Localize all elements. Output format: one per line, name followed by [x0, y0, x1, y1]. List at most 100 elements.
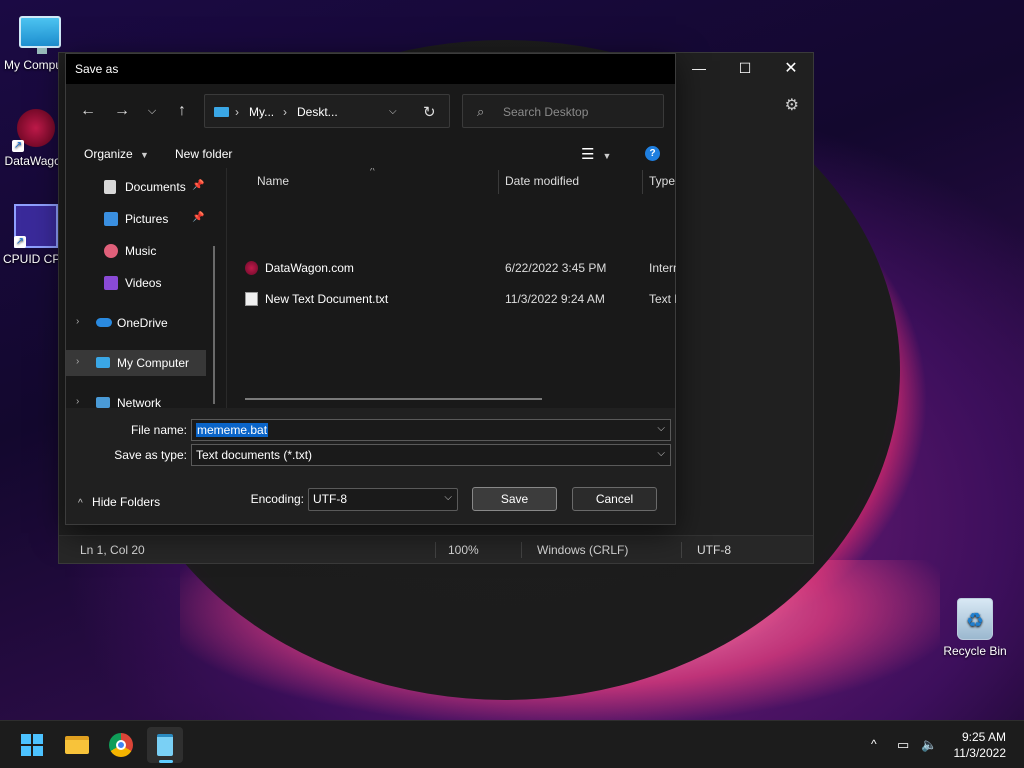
notepad-status-bar: Ln 1, Col 20 100% Windows (CRLF) UTF-8	[59, 535, 813, 563]
text-file-icon	[245, 292, 258, 306]
organize-button[interactable]: Organize ▼	[84, 147, 149, 161]
encoding-status: UTF-8	[697, 543, 731, 557]
file-row[interactable]: DataWagon.com 6/22/2022 3:45 PM Intern	[227, 256, 676, 280]
videos-icon	[104, 276, 118, 290]
save-as-type-select[interactable]: Text documents (*.txt) ⌵	[191, 444, 671, 466]
nav-item-pictures[interactable]: Pictures 📌	[66, 206, 206, 232]
sort-up-arrow-icon: ^	[370, 168, 375, 177]
dialog-title: Save as	[75, 62, 119, 76]
minimize-button[interactable]: —	[676, 53, 722, 83]
document-icon	[104, 180, 116, 194]
notepad-taskbar-button[interactable]	[147, 727, 183, 763]
help-icon[interactable]: ?	[645, 146, 660, 161]
notepad-icon	[157, 734, 173, 756]
chevron-down-icon[interactable]: ⌵	[657, 423, 665, 434]
system-clock[interactable]: 9:25 AM 11/3/2022	[954, 729, 1007, 761]
nav-item-label: Videos	[125, 276, 162, 290]
settings-gear-icon[interactable]: ⚙	[785, 95, 799, 115]
nav-item-onedrive[interactable]: › OneDrive	[66, 310, 206, 336]
encoding-select[interactable]: UTF-8 ⌵	[308, 488, 458, 511]
search-box[interactable]: ⌕ Search Desktop	[462, 94, 664, 128]
windows-logo-icon	[21, 734, 43, 756]
organize-label: Organize	[84, 147, 133, 161]
chevron-down-icon[interactable]: ⌵	[444, 492, 452, 503]
zoom-level: 100%	[448, 543, 479, 557]
desktop-icon-recycle-bin[interactable]: Recycle Bin	[935, 598, 1015, 658]
file-name: DataWagon.com	[265, 261, 354, 275]
nav-item-label: Documents	[125, 180, 186, 194]
address-bar[interactable]: › My... › Deskt... ⌵ ↻	[204, 94, 450, 128]
datawagon-icon: ↗	[12, 106, 58, 152]
navigation-pane: Documents 📌 Pictures 📌 Music Videos › On…	[66, 172, 224, 408]
file-name-input[interactable]: mememe.bat ⌵	[191, 419, 671, 441]
column-header-name[interactable]: Name	[257, 174, 289, 188]
music-icon	[104, 244, 118, 258]
nav-item-label: Network	[117, 396, 162, 408]
forward-arrow-icon[interactable]: →	[110, 102, 134, 120]
search-icon: ⌕	[477, 104, 485, 119]
file-row[interactable]: New Text Document.txt 11/3/2022 9:24 AM …	[227, 287, 676, 311]
file-date: 6/22/2022 3:45 PM	[505, 261, 607, 275]
file-name-label: File name:	[130, 423, 187, 437]
chevron-down-icon[interactable]: ⌵	[657, 448, 665, 459]
folder-icon	[65, 736, 89, 754]
nav-scrollbar[interactable]	[213, 246, 215, 404]
save-as-type-value: Text documents (*.txt)	[196, 448, 313, 462]
breadcrumb-desktop[interactable]: Deskt...	[297, 105, 338, 119]
chevron-right-icon: ›	[283, 105, 287, 119]
chevron-up-icon[interactable]: ^	[871, 737, 877, 751]
back-arrow-icon[interactable]: ←	[76, 102, 100, 120]
new-folder-label: New folder	[175, 147, 233, 161]
column-header-date[interactable]: Date modified	[505, 174, 579, 188]
hide-folders-button[interactable]: ^ Hide Folders	[78, 495, 160, 509]
chevron-up-icon: ^	[78, 498, 83, 509]
recent-locations-chevron-icon[interactable]: ⌵	[140, 105, 164, 118]
address-dropdown-chevron-icon[interactable]: ⌵	[389, 106, 397, 117]
file-name: New Text Document.txt	[265, 292, 389, 306]
active-indicator	[159, 760, 173, 763]
network-icon	[96, 397, 110, 408]
breadcrumb-my-computer[interactable]: My...	[249, 105, 274, 119]
file-type: Intern	[649, 261, 676, 275]
new-folder-button[interactable]: New folder	[175, 147, 232, 161]
file-type: Text D	[649, 292, 676, 306]
file-date: 11/3/2022 9:24 AM	[505, 292, 605, 306]
nav-item-music[interactable]: Music	[66, 238, 206, 264]
desktop-icon-label: Recycle Bin	[943, 644, 1007, 658]
view-options-icon[interactable]: ☰ ▼	[581, 145, 611, 163]
dialog-titlebar: Save as	[66, 54, 675, 84]
maximize-button[interactable]: ☐	[722, 53, 768, 83]
file-explorer-button[interactable]	[59, 727, 95, 763]
chrome-button[interactable]	[103, 727, 139, 763]
clock-date: 11/3/2022	[953, 746, 1007, 760]
save-button[interactable]: Save	[472, 487, 557, 511]
pictures-icon	[104, 212, 118, 226]
volume-icon[interactable]: 🔈	[921, 737, 937, 753]
file-list: ^ Name Date modified Type DataWagon.com …	[226, 168, 676, 408]
save-as-type-label: Save as type:	[114, 448, 187, 462]
cancel-button[interactable]: Cancel	[572, 487, 657, 511]
encoding-label: Encoding:	[250, 492, 304, 506]
line-ending: Windows (CRLF)	[537, 543, 629, 557]
chrome-icon	[109, 733, 133, 757]
horizontal-scrollbar[interactable]	[245, 398, 542, 400]
refresh-icon[interactable]: ↻	[423, 103, 436, 121]
column-header-type[interactable]: Type	[649, 174, 675, 188]
clock-time: 9:25 AM	[961, 730, 1006, 744]
save-as-dialog: Save as ← → ⌵ ↑ › My... › Deskt... ⌵ ↻ ⌕…	[65, 53, 676, 525]
up-arrow-icon[interactable]: ↑	[170, 102, 194, 120]
start-button[interactable]	[14, 727, 50, 763]
close-button[interactable]: ✕	[768, 53, 814, 83]
nav-item-network[interactable]: › Network	[66, 390, 206, 408]
pc-icon	[214, 107, 229, 117]
dropdown-caret-icon: ▼	[140, 150, 149, 160]
nav-item-my-computer[interactable]: › My Computer	[66, 350, 206, 376]
nav-item-label: Music	[125, 244, 157, 258]
chevron-right-icon: ›	[76, 356, 80, 367]
hide-folders-label: Hide Folders	[92, 495, 161, 509]
nav-item-videos[interactable]: Videos	[66, 270, 206, 296]
nav-item-documents[interactable]: Documents 📌	[66, 174, 206, 200]
network-icon[interactable]: ▭	[897, 737, 909, 753]
nav-item-label: Pictures	[125, 212, 169, 226]
web-shortcut-icon	[245, 261, 258, 275]
